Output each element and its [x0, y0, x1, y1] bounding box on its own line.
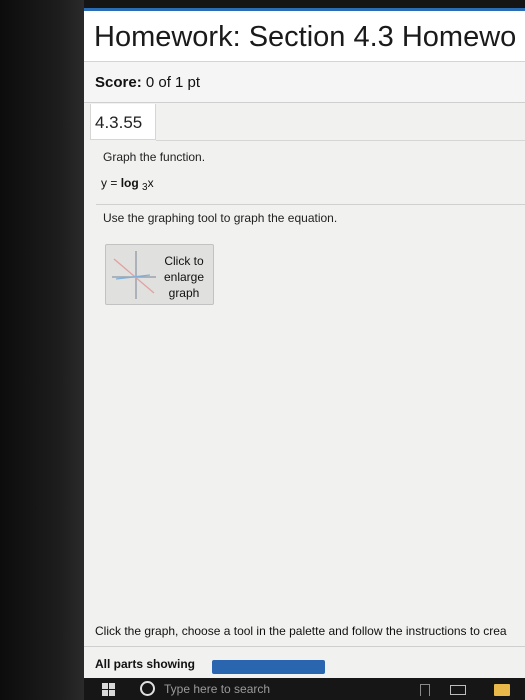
parts-progress-fill	[212, 660, 325, 674]
monitor-bezel	[0, 0, 84, 700]
browser-viewport: Homework: Section 4.3 Homewo Score: 0 of…	[84, 8, 525, 678]
score-value: 0 of 1 pt	[145, 74, 201, 91]
section-divider	[96, 204, 525, 205]
task-view-icon[interactable]	[420, 684, 430, 696]
parts-progress-bar	[212, 660, 325, 674]
score-display: Score: 0 of 1 pt	[95, 74, 200, 91]
page-header: Homework: Section 4.3 Homewo	[84, 8, 525, 62]
window-icon[interactable]	[450, 685, 466, 695]
graph-axes-icon	[112, 251, 156, 299]
question-instruction: Graph the function.	[103, 150, 206, 164]
function-equation: y = log 3x	[101, 176, 154, 193]
score-label: Score:	[95, 74, 142, 91]
enlarge-graph-button[interactable]: Click to enlarge graph	[105, 244, 214, 305]
question-number: 4.3.55	[95, 113, 143, 132]
windows-start-icon[interactable]	[102, 683, 115, 696]
footer-divider	[84, 646, 525, 647]
cortana-circle-icon[interactable]	[140, 681, 155, 696]
equation-log: log	[120, 176, 139, 190]
graphing-tool-instruction: Use the graphing tool to graph the equat…	[103, 211, 338, 225]
score-bar: Score: 0 of 1 pt	[84, 62, 525, 103]
folder-icon[interactable]	[494, 684, 510, 696]
windows-taskbar	[84, 678, 525, 700]
page-title: Homework: Section 4.3 Homewo	[94, 21, 517, 53]
graph-palette-instruction: Click the graph, choose a tool in the pa…	[95, 624, 507, 638]
taskbar-search-input[interactable]	[164, 680, 284, 698]
equation-arg: x	[147, 176, 154, 190]
equation-prefix: y =	[101, 176, 121, 190]
enlarge-graph-label: Click to enlarge graph	[163, 254, 205, 300]
question-number-tab: 4.3.55	[90, 104, 156, 140]
tab-divider	[156, 140, 525, 141]
parts-showing-label: All parts showing	[95, 657, 196, 671]
